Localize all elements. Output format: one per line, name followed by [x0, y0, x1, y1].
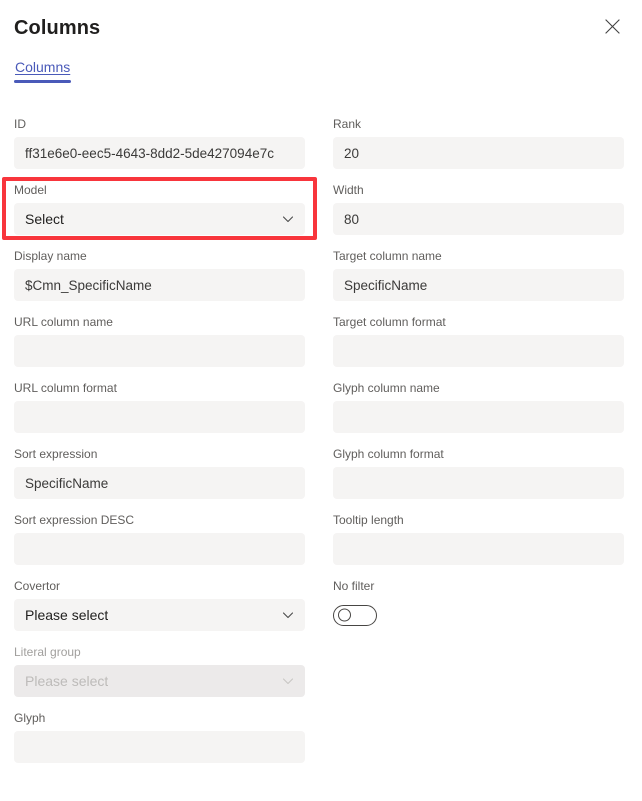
- field-width-label: Width: [333, 183, 364, 197]
- tab-columns[interactable]: Columns: [14, 58, 72, 83]
- tooltip-length-input[interactable]: [333, 533, 624, 565]
- field-glyph-column-name-label: Glyph column name: [333, 381, 440, 395]
- field-glyph-label: Glyph: [14, 711, 46, 725]
- no-filter-toggle-wrap: [333, 599, 624, 631]
- chevron-down-icon: [282, 213, 294, 225]
- close-icon: [604, 18, 620, 34]
- field-display-name-label: Display name: [14, 249, 87, 263]
- glyph-column-format-input[interactable]: [333, 467, 624, 499]
- model-dropdown[interactable]: Select: [14, 203, 305, 235]
- field-glyph-column-name: Glyph column name: [333, 380, 624, 433]
- target-column-name-input[interactable]: SpecificName: [333, 269, 624, 301]
- sort-expression-desc-input[interactable]: [14, 533, 305, 565]
- field-url-column-format: URL column format: [14, 380, 305, 433]
- columns-form: ID ff31e6e0-eec5-4643-8dd2-5de427094e7c …: [14, 116, 628, 776]
- field-rank-label: Rank: [333, 117, 362, 131]
- field-url-column-format-label: URL column format: [14, 381, 117, 395]
- field-sort-expression-label: Sort expression: [14, 447, 98, 461]
- field-glyph-column-format-label: Glyph column format: [333, 447, 444, 461]
- field-spacer-right-2: [333, 710, 624, 763]
- url-column-name-input[interactable]: [14, 335, 305, 367]
- field-covertor: Covertor Please select: [14, 578, 305, 631]
- field-target-column-format: Target column format: [333, 314, 624, 367]
- field-glyph: Glyph: [14, 710, 305, 763]
- page-title: Columns: [14, 17, 101, 39]
- form-area: ID ff31e6e0-eec5-4643-8dd2-5de427094e7c …: [0, 98, 642, 776]
- sort-expression-input[interactable]: SpecificName: [14, 467, 305, 499]
- field-sort-expression: Sort expression SpecificName: [14, 446, 305, 499]
- width-input-value: 80: [344, 211, 360, 227]
- field-sort-expression-desc: Sort expression DESC: [14, 512, 305, 565]
- covertor-dropdown[interactable]: Please select: [14, 599, 305, 631]
- field-id-label: ID: [14, 117, 26, 131]
- field-target-column-format-label: Target column format: [333, 315, 446, 329]
- no-filter-toggle[interactable]: [333, 604, 377, 626]
- target-column-name-input-value: SpecificName: [344, 277, 428, 293]
- field-width: Width 80: [333, 182, 624, 235]
- rank-input[interactable]: 20: [333, 137, 624, 169]
- toggle-thumb: [338, 608, 351, 622]
- field-spacer-right-1: [333, 644, 624, 697]
- field-model: Model Select: [14, 182, 305, 235]
- field-tooltip-length: Tooltip length: [333, 512, 624, 565]
- id-input-value: ff31e6e0-eec5-4643-8dd2-5de427094e7c: [25, 145, 274, 161]
- field-url-column-name: URL column name: [14, 314, 305, 367]
- field-url-column-name-label: URL column name: [14, 315, 113, 329]
- glyph-column-name-input[interactable]: [333, 401, 624, 433]
- panel-header: Columns: [0, 0, 642, 58]
- display-name-input[interactable]: $Cmn_SpecificName: [14, 269, 305, 301]
- chevron-down-icon: [282, 609, 294, 621]
- field-covertor-label: Covertor: [14, 579, 61, 593]
- field-rank: Rank 20: [333, 116, 624, 169]
- tab-columns-label: Columns: [15, 59, 71, 75]
- field-literal-group: Literal group Please select: [14, 644, 305, 697]
- field-target-column-name-label: Target column name: [333, 249, 442, 263]
- literal-group-dropdown-value: Please select: [25, 673, 109, 689]
- field-target-column-name: Target column name SpecificName: [333, 248, 624, 301]
- tab-active-indicator: [14, 80, 72, 83]
- field-display-name: Display name $Cmn_SpecificName: [14, 248, 305, 301]
- field-literal-group-label: Literal group: [14, 645, 81, 659]
- field-id: ID ff31e6e0-eec5-4643-8dd2-5de427094e7c: [14, 116, 305, 169]
- field-no-filter: No filter: [333, 578, 624, 631]
- sort-expression-input-value: SpecificName: [25, 475, 109, 491]
- field-sort-expression-desc-label: Sort expression DESC: [14, 513, 135, 527]
- glyph-input[interactable]: [14, 731, 305, 763]
- field-model-label: Model: [14, 183, 47, 197]
- model-dropdown-value: Select: [25, 211, 64, 227]
- covertor-dropdown-value: Please select: [25, 607, 109, 623]
- chevron-down-icon: [282, 675, 294, 687]
- url-column-format-input[interactable]: [14, 401, 305, 433]
- width-input[interactable]: 80: [333, 203, 624, 235]
- field-tooltip-length-label: Tooltip length: [333, 513, 404, 527]
- target-column-format-input[interactable]: [333, 335, 624, 367]
- tab-list: Columns: [0, 58, 642, 98]
- display-name-input-value: $Cmn_SpecificName: [25, 277, 152, 293]
- literal-group-dropdown: Please select: [14, 665, 305, 697]
- rank-input-value: 20: [344, 145, 360, 161]
- id-input[interactable]: ff31e6e0-eec5-4643-8dd2-5de427094e7c: [14, 137, 305, 169]
- close-button[interactable]: [596, 10, 628, 42]
- field-glyph-column-format: Glyph column format: [333, 446, 624, 499]
- field-no-filter-label: No filter: [333, 579, 375, 593]
